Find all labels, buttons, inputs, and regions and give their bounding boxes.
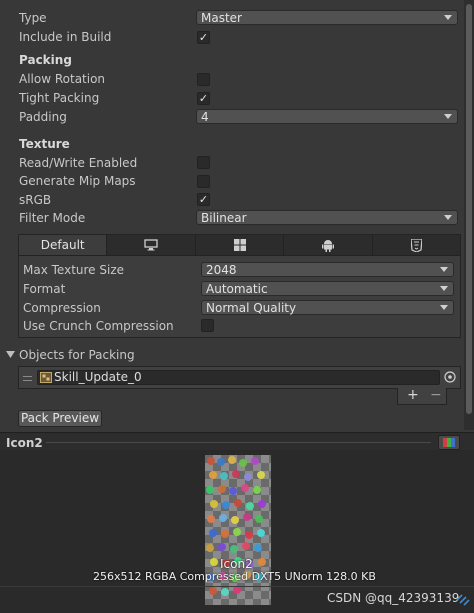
dropdown-arrow-icon	[444, 15, 452, 20]
dropdown-arrow-icon	[440, 267, 448, 272]
scrollbar-thumb[interactable]	[466, 4, 472, 414]
crunch-compression-checkbox[interactable]	[201, 319, 214, 332]
format-label: Format	[23, 282, 66, 296]
format-value: Automatic	[206, 282, 268, 296]
include-in-build-label: Include in Build	[19, 30, 112, 44]
readwrite-label: Read/Write Enabled	[19, 156, 138, 170]
platform-settings-panel: Default Max Texture Size 2048 Format Aut…	[18, 234, 461, 338]
pack-preview-button[interactable]: Pack Preview	[18, 410, 102, 427]
max-texture-size-label: Max Texture Size	[23, 263, 124, 277]
dropdown-arrow-icon	[444, 114, 452, 119]
add-item-button[interactable]: +	[407, 387, 419, 403]
checkmark-icon: ✓	[198, 31, 209, 44]
tab-standalone[interactable]	[107, 235, 196, 255]
objects-list: Skill_Update_0	[18, 366, 461, 389]
filter-mode-label: Filter Mode	[19, 211, 86, 225]
type-dropdown[interactable]: Master	[196, 10, 458, 25]
tab-windows[interactable]	[196, 235, 285, 255]
resize-corner-icon	[456, 594, 470, 606]
platform-tabs: Default	[19, 235, 460, 256]
mipmaps-checkbox[interactable]	[197, 175, 210, 188]
html5-icon	[410, 238, 422, 252]
rgb-channels-icon	[443, 438, 455, 447]
preview-info-text: 256x512 RGBA Compressed DXT5 UNorm 128.0…	[93, 570, 376, 583]
list-item-name: Skill_Update_0	[54, 370, 142, 384]
list-item[interactable]: Skill_Update_0	[37, 370, 440, 385]
color-channel-button[interactable]	[438, 435, 460, 450]
tab-default[interactable]: Default	[19, 235, 108, 255]
checkmark-icon: ✓	[198, 92, 209, 105]
dropdown-arrow-icon	[444, 215, 452, 220]
max-texture-size-dropdown[interactable]: 2048	[201, 262, 454, 277]
srgb-label: sRGB	[19, 193, 52, 207]
mipmaps-label: Generate Mip Maps	[19, 174, 136, 188]
filter-mode-dropdown[interactable]: Bilinear	[196, 210, 458, 225]
preview-image-label: Icon2	[220, 557, 253, 571]
dropdown-arrow-icon	[440, 305, 448, 310]
object-picker-icon[interactable]	[444, 371, 456, 383]
objects-for-packing-header[interactable]: Objects for Packing	[19, 348, 135, 362]
padding-dropdown[interactable]: 4	[196, 109, 458, 124]
drag-handle-icon[interactable]	[23, 376, 32, 381]
max-texture-size-value: 2048	[206, 263, 237, 277]
crunch-compression-label: Use Crunch Compression	[23, 319, 174, 333]
filter-mode-value: Bilinear	[201, 211, 247, 225]
pack-preview-label: Pack Preview	[20, 411, 100, 425]
preview-title: Icon2	[6, 436, 43, 450]
tab-default-label: Default	[40, 238, 85, 252]
srgb-checkbox[interactable]: ✓	[197, 193, 210, 206]
monitor-icon	[144, 239, 158, 251]
android-icon	[321, 239, 334, 252]
padding-value: 4	[201, 110, 209, 124]
tab-webgl[interactable]	[373, 235, 460, 255]
packing-header: Packing	[19, 53, 72, 67]
padding-label: Padding	[19, 110, 67, 124]
tight-packing-label: Tight Packing	[19, 91, 100, 105]
tab-android[interactable]	[284, 235, 373, 255]
format-dropdown[interactable]: Automatic	[201, 281, 454, 296]
type-label: Type	[19, 11, 47, 25]
compression-dropdown[interactable]: Normal Quality	[201, 300, 454, 315]
list-footer: + −	[397, 387, 447, 405]
readwrite-checkbox[interactable]	[197, 156, 210, 169]
preview-divider	[0, 586, 474, 587]
compression-label: Compression	[23, 301, 101, 315]
include-in-build-checkbox[interactable]: ✓	[197, 31, 210, 44]
foldout-arrow-icon[interactable]	[6, 351, 15, 359]
compression-value: Normal Quality	[206, 301, 297, 315]
inspector-scrollbar[interactable]	[464, 0, 474, 430]
texture-header: Texture	[19, 137, 70, 151]
sprite-asset-icon	[40, 372, 52, 383]
windows-icon	[233, 239, 246, 251]
allow-rotation-checkbox[interactable]	[197, 73, 210, 86]
allow-rotation-label: Allow Rotation	[19, 72, 106, 86]
checkmark-icon: ✓	[198, 193, 209, 206]
remove-item-button[interactable]: −	[430, 387, 442, 403]
preview-header-divider	[46, 442, 431, 443]
tight-packing-checkbox[interactable]: ✓	[197, 92, 210, 105]
type-value: Master	[201, 11, 242, 25]
watermark: CSDN @qq_42393139	[327, 591, 460, 605]
dropdown-arrow-icon	[440, 286, 448, 291]
